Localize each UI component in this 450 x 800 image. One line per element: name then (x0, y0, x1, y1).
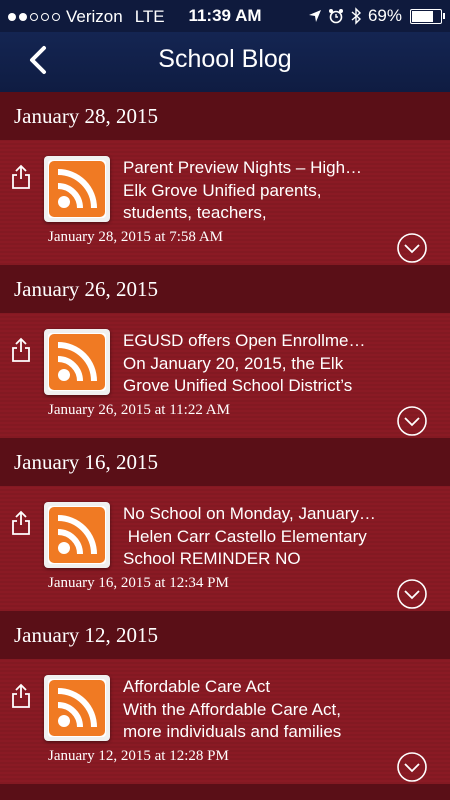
post-title: EGUSD offers Open Enrollme… (123, 331, 366, 350)
blog-post-item[interactable]: No School on Monday, January… Helen Carr… (0, 486, 450, 611)
navigation-bar: School Blog (0, 32, 450, 92)
post-description-line: On January 20, 2015, the Elk (123, 354, 344, 373)
rss-feed-icon (44, 156, 110, 222)
status-icons: 69% (308, 6, 445, 26)
post-description-line: Elk Grove Unified parents, (123, 181, 322, 200)
post-description-line: more individuals and families (123, 722, 342, 741)
rss-feed-icon (44, 502, 110, 568)
post-date: January 12, 2015 at 12:28 PM (48, 748, 229, 764)
status-bar: Verizon LTE 11:39 AM 69% (0, 0, 450, 32)
alarm-icon (328, 9, 343, 24)
post-description: With the Affordable Care Act, more indiv… (123, 699, 388, 743)
post-description-line: School REMINDER NO (123, 549, 301, 568)
post-description-line: Helen Carr Castello Elementary (123, 527, 367, 546)
share-icon[interactable] (10, 164, 32, 190)
blog-post-item[interactable]: Affordable Care Act With the Affordable … (0, 659, 450, 784)
battery-icon (410, 8, 445, 24)
post-description: Helen Carr Castello Elementary School RE… (123, 526, 388, 570)
bluetooth-icon (351, 7, 361, 25)
post-description: Elk Grove Unified parents, students, tea… (123, 180, 388, 224)
share-icon[interactable] (10, 683, 32, 709)
date-section-header-partial (0, 784, 450, 800)
date-section-header: January 26, 2015 (0, 265, 450, 313)
blog-list[interactable]: January 28, 2015 Parent Preview Nights –… (0, 92, 450, 800)
post-description: On January 20, 2015, the Elk Grove Unifi… (123, 353, 388, 397)
post-description-line: With the Affordable Care Act, (123, 700, 341, 719)
post-title: Parent Preview Nights – High… (123, 158, 363, 177)
page-title: School Blog (158, 45, 292, 73)
post-description-line: students, teachers, (123, 203, 267, 222)
blog-post-item[interactable]: EGUSD offers Open Enrollme… On January 2… (0, 313, 450, 438)
expand-chevron-icon[interactable] (396, 405, 428, 437)
date-section-header: January 28, 2015 (0, 92, 450, 140)
post-description-line: Grove Unified School District’s (123, 376, 353, 395)
post-date: January 28, 2015 at 7:58 AM (48, 229, 223, 245)
post-title: No School on Monday, January… (123, 504, 376, 523)
blog-post-item[interactable]: Parent Preview Nights – High… Elk Grove … (0, 140, 450, 265)
date-section-header: January 16, 2015 (0, 438, 450, 486)
post-title: Affordable Care Act (123, 677, 271, 696)
share-icon[interactable] (10, 337, 32, 363)
post-date: January 26, 2015 at 11:22 AM (48, 402, 230, 418)
rss-feed-icon (44, 675, 110, 741)
post-date: January 16, 2015 at 12:34 PM (48, 575, 229, 591)
date-section-header: January 12, 2015 (0, 611, 450, 659)
share-icon[interactable] (10, 510, 32, 536)
expand-chevron-icon[interactable] (396, 751, 428, 783)
expand-chevron-icon[interactable] (396, 232, 428, 264)
battery-percent: 69% (367, 6, 402, 25)
rss-feed-icon (44, 329, 110, 395)
location-icon (308, 10, 321, 22)
expand-chevron-icon[interactable] (396, 578, 428, 610)
